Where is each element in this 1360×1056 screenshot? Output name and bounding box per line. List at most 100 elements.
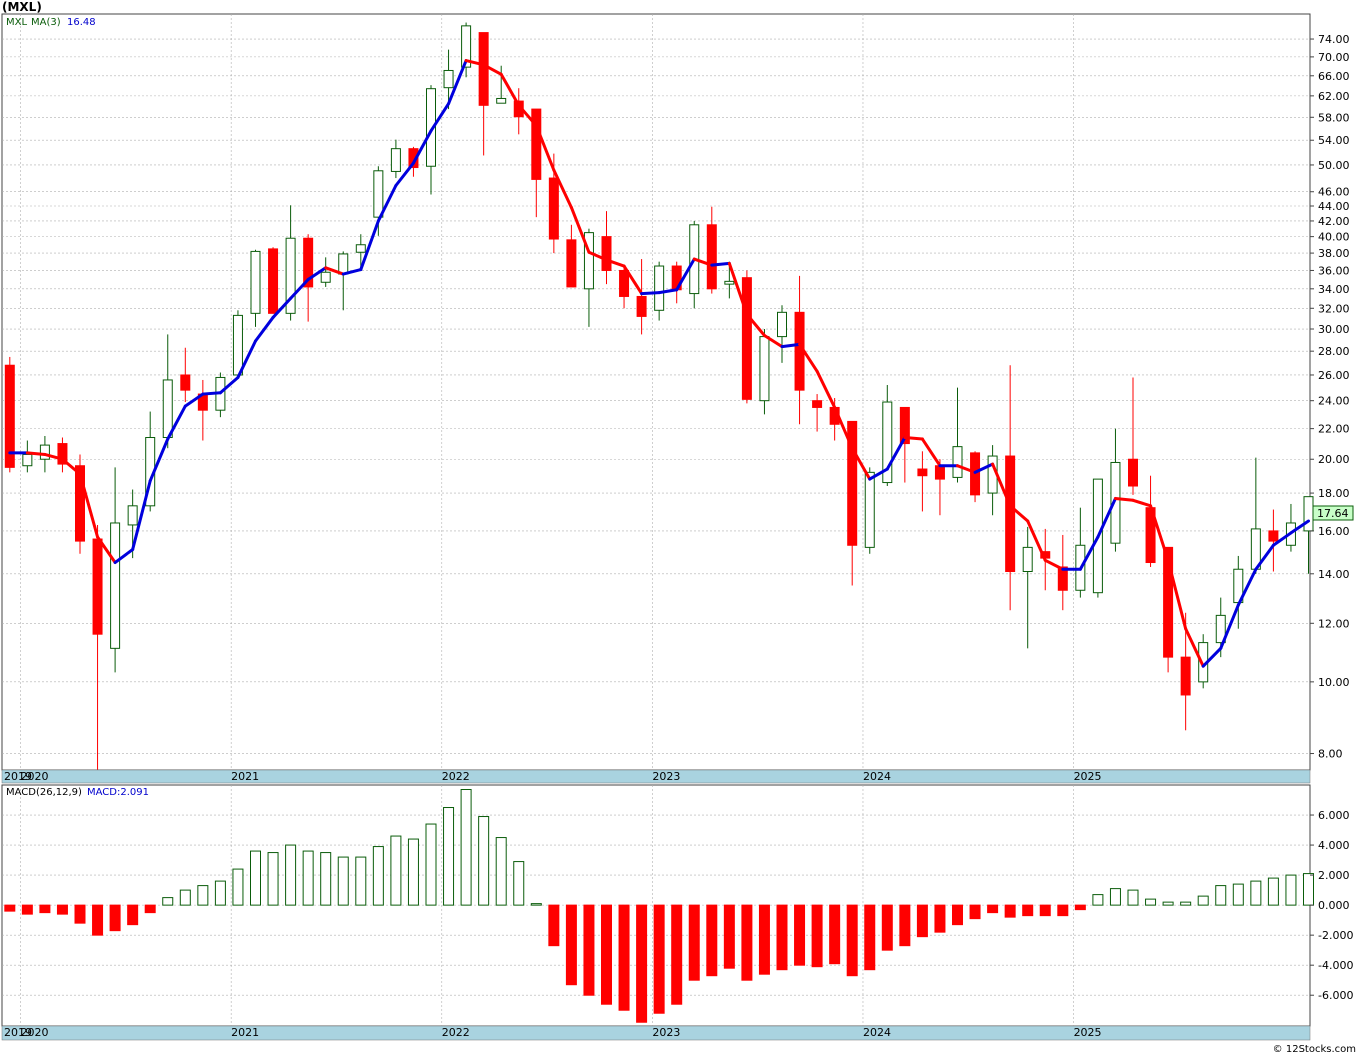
macd-bar [811, 904, 823, 968]
candle-body [952, 446, 963, 478]
candle-body [22, 453, 33, 467]
candle-body [654, 265, 665, 311]
price-tick-label: 22.00 [1318, 423, 1350, 436]
macd-bar [513, 861, 525, 906]
price-tick-label: 50.00 [1318, 159, 1350, 172]
macd-bar [794, 904, 806, 966]
candle-body [180, 374, 191, 391]
macd-bar [478, 816, 490, 906]
candle-body [478, 32, 489, 106]
macd-bar [74, 904, 86, 924]
year-label: 2022 [442, 770, 470, 783]
macd-bar [109, 904, 121, 932]
macd-tick-label: 0.000 [1318, 899, 1350, 912]
candle-body [127, 505, 138, 526]
macd-bar [741, 904, 753, 981]
macd-bar [829, 904, 841, 965]
macd-bar [548, 904, 560, 947]
price-tick-label: 28.00 [1318, 345, 1350, 358]
macd-bar [495, 837, 507, 906]
macd-bar [1232, 883, 1244, 906]
macd-bar [1039, 904, 1051, 917]
macd-tick-label: -6.000 [1318, 989, 1353, 1002]
macd-bar [21, 904, 33, 915]
year-label: 2020 [21, 770, 49, 783]
macd-bar [1250, 880, 1262, 906]
ma-segment [903, 436, 924, 441]
candle-body [1128, 458, 1138, 487]
macd-bar [688, 904, 700, 981]
macd-bar [372, 846, 384, 906]
macd-bar [162, 897, 174, 906]
macd-bar [267, 852, 279, 906]
candle-body [741, 277, 752, 400]
candle-body [232, 314, 243, 376]
macd-bar [1267, 877, 1279, 906]
macd-bar [881, 904, 893, 951]
candle-body [390, 148, 401, 172]
macd-bar [337, 856, 349, 906]
macd-bar [1109, 888, 1121, 906]
macd-bar [934, 904, 946, 933]
ma-label: MA(3) [31, 17, 61, 28]
macd-bar [1057, 904, 1069, 917]
candle-body [1005, 455, 1016, 573]
candle-body [812, 400, 823, 408]
macd-bar [1074, 904, 1086, 911]
price-tick-label: 34.00 [1318, 283, 1350, 296]
price-tick-label: 42.00 [1318, 215, 1350, 228]
candle-body [601, 236, 612, 271]
macd-bar [4, 904, 16, 912]
price-tick-label: 20.00 [1318, 453, 1350, 466]
candle-body [934, 465, 945, 480]
macd-bar [530, 903, 542, 906]
price-tick-label: 12.00 [1318, 617, 1350, 630]
macd-bar [723, 904, 735, 969]
ma-segment [640, 291, 661, 296]
price-tick-label: 44.00 [1318, 200, 1350, 213]
year-label: 2021 [231, 1026, 259, 1039]
macd-bar [320, 852, 332, 906]
macd-value: MACD:2.091 [87, 787, 149, 798]
price-tick-label: 46.00 [1318, 186, 1350, 199]
macd-bar [355, 856, 367, 906]
macd-bar [899, 904, 911, 947]
price-tick-label: 36.00 [1318, 264, 1350, 277]
candle-body [566, 239, 577, 288]
macd-bar [636, 904, 648, 1023]
macd-bar [214, 880, 226, 906]
macd-bar [758, 904, 770, 975]
candle-body [443, 69, 454, 89]
macd-bar [653, 904, 665, 1014]
macd-bar [390, 835, 402, 906]
ma-segment [201, 391, 222, 396]
macd-bar [1285, 874, 1297, 906]
macd-tick-label: -4.000 [1318, 959, 1353, 972]
candle-body [1268, 530, 1279, 542]
macd-bar [864, 904, 876, 971]
macd-bar [969, 904, 981, 920]
candle-body [373, 170, 384, 218]
macd-bar [565, 904, 577, 986]
year-label: 2023 [652, 770, 680, 783]
candle-body [917, 468, 928, 477]
macd-bar [425, 823, 437, 906]
candle-body [864, 471, 875, 548]
price-tick-label: 18.00 [1318, 487, 1350, 500]
candle-body [777, 311, 787, 338]
price-tick-label: 70.00 [1318, 51, 1350, 64]
macd-bar [916, 904, 928, 938]
candle-body [759, 336, 770, 402]
macd-bar [407, 838, 419, 906]
price-tick-label: 30.00 [1318, 323, 1350, 336]
price-tick-label: 32.00 [1318, 302, 1350, 315]
candle-body [268, 248, 279, 314]
macd-bar [302, 850, 314, 906]
candle-body [355, 244, 366, 253]
candle-body [1022, 546, 1033, 573]
candle-body [636, 295, 647, 317]
macd-bar [1092, 894, 1104, 906]
price-tick-label: 24.00 [1318, 395, 1350, 408]
candle-body [531, 108, 542, 180]
candle-body [548, 177, 559, 240]
